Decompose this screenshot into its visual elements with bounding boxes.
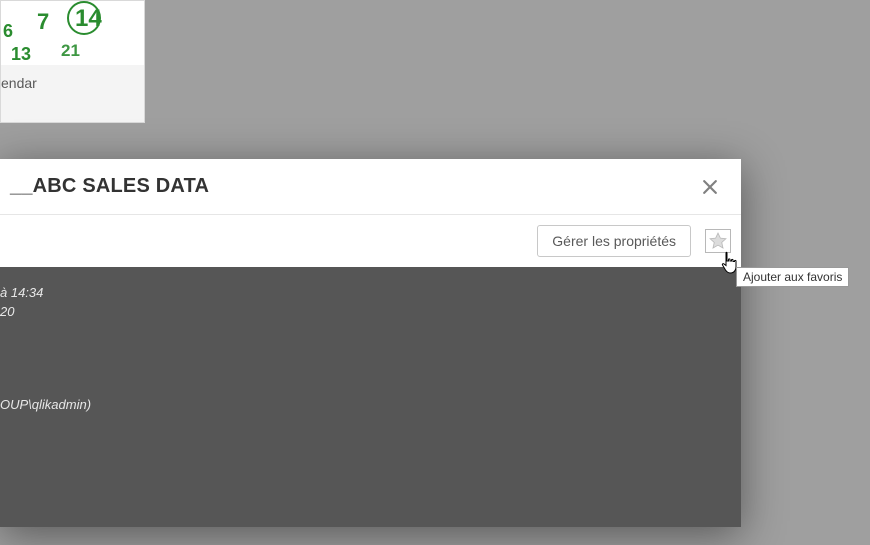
detail-owner: OUP\qlikadmin): [0, 397, 731, 412]
calendar-number: 6: [3, 21, 13, 42]
app-card-label: endar: [1, 65, 144, 122]
app-card-thumbnail: 6 7 14 13 21: [1, 1, 144, 67]
calendar-number: 7: [37, 9, 49, 35]
app-details-modal: __ABC SALES DATA Gérer les propriétés à …: [0, 159, 741, 527]
modal-toolbar: Gérer les propriétés: [0, 215, 741, 267]
add-to-favorites-button[interactable]: [705, 229, 731, 253]
modal-body: à 14:34 20 OUP\qlikadmin): [0, 267, 741, 527]
modal-title: __ABC SALES DATA: [10, 175, 209, 198]
calendar-number: 13: [11, 44, 31, 65]
close-icon: [700, 177, 720, 197]
favorite-tooltip: Ajouter aux favoris: [736, 267, 849, 287]
close-button[interactable]: [699, 176, 721, 198]
app-card[interactable]: 6 7 14 13 21 endar: [0, 0, 145, 123]
star-icon: [708, 231, 728, 251]
manage-properties-button[interactable]: Gérer les propriétés: [537, 225, 691, 257]
modal-header: __ABC SALES DATA: [0, 159, 741, 215]
detail-number: 20: [0, 304, 731, 319]
calendar-number: 21: [61, 41, 80, 61]
detail-time: à 14:34: [0, 285, 731, 300]
calendar-highlight-circle: [67, 1, 101, 35]
